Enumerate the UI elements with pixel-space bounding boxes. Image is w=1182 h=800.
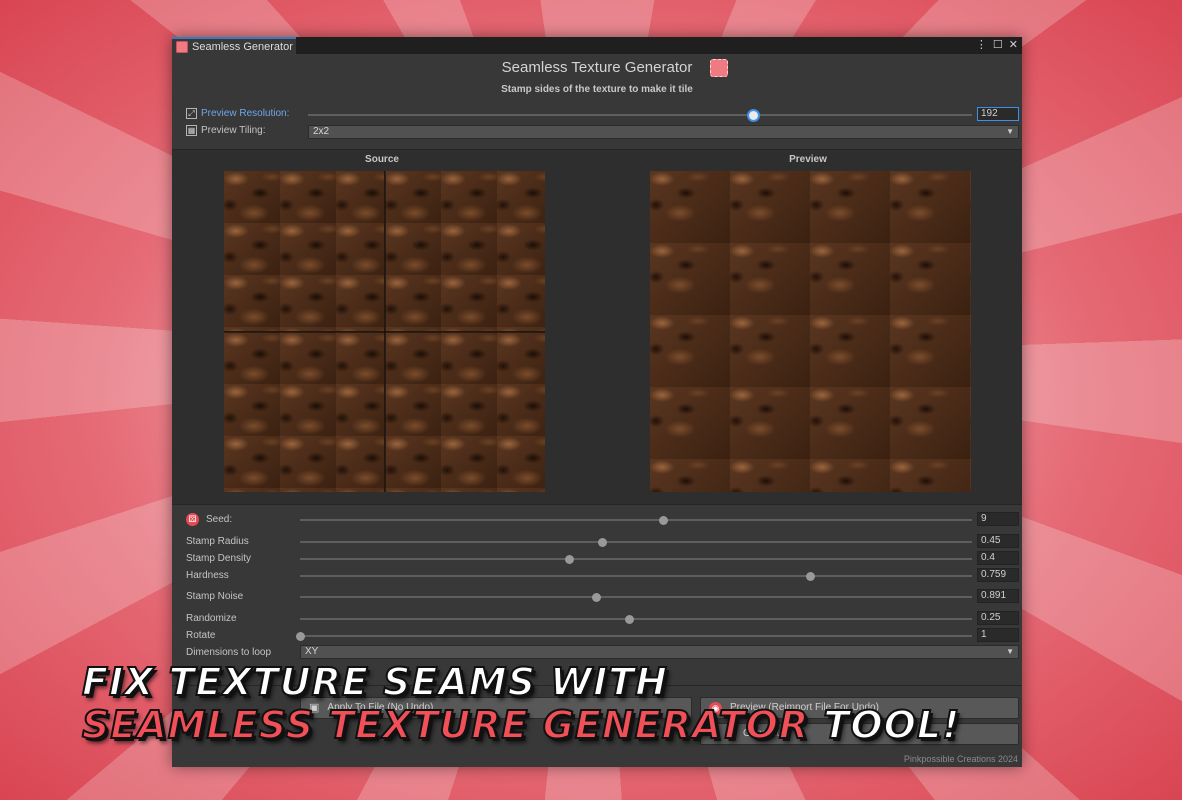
credit-text: Pinkpossible Creations 2024 bbox=[903, 754, 1018, 764]
seed-slider-thumb[interactable] bbox=[658, 516, 668, 525]
preview-tiling-label: Preview Tiling: bbox=[201, 125, 266, 136]
preview-texture bbox=[650, 171, 971, 492]
dice-icon: ⚄ bbox=[186, 513, 199, 526]
stamp-radius-slider-thumb[interactable] bbox=[598, 538, 608, 547]
texture-icon bbox=[176, 40, 188, 53]
tab-label: Seamless Generator bbox=[192, 40, 293, 53]
randomize-label: Randomize bbox=[186, 613, 237, 624]
preview-resolution-field[interactable]: 192 bbox=[977, 107, 1019, 121]
headline-product-name: SEAMLESS TEXTURE GENERATOR bbox=[81, 702, 810, 748]
stamp-icon bbox=[710, 59, 728, 77]
preview-tiling-row: ▦ Preview Tiling: bbox=[186, 125, 265, 136]
rotate-slider-thumb[interactable] bbox=[296, 632, 305, 641]
source-texture bbox=[224, 171, 545, 492]
randomize-slider[interactable] bbox=[300, 615, 972, 624]
rotate-slider[interactable] bbox=[296, 632, 972, 641]
tab-bar: Seamless Generator ⋮ ☐ ✕ bbox=[172, 37, 1022, 54]
stamp-radius-slider[interactable] bbox=[300, 538, 972, 547]
tab-seamless-generator[interactable]: Seamless Generator bbox=[172, 37, 296, 54]
dimensions-dropdown[interactable]: XY ▼ bbox=[300, 645, 1019, 659]
chevron-down-icon: ▼ bbox=[1006, 647, 1014, 656]
window-controls: ⋮ ☐ ✕ bbox=[976, 38, 1018, 51]
hardness-field[interactable]: 0.759 bbox=[977, 568, 1019, 582]
stamp-radius-field[interactable]: 0.45 bbox=[977, 534, 1019, 548]
preview-tiling-value: 2x2 bbox=[313, 126, 330, 137]
close-icon[interactable]: ✕ bbox=[1009, 38, 1018, 51]
stamp-noise-slider-thumb[interactable] bbox=[591, 593, 601, 602]
dimensions-value: XY bbox=[305, 646, 319, 657]
seamless-generator-window: Seamless Generator ⋮ ☐ ✕ Seamless Textur… bbox=[172, 37, 1022, 767]
stamp-density-slider-thumb[interactable] bbox=[564, 555, 574, 564]
stamp-density-slider[interactable] bbox=[300, 555, 972, 564]
seed-slider[interactable] bbox=[300, 516, 972, 525]
hardness-slider[interactable] bbox=[300, 572, 972, 581]
source-tile bbox=[224, 332, 384, 492]
preview-resolution-slider-thumb[interactable] bbox=[748, 111, 758, 120]
preview-label: Preview bbox=[789, 154, 827, 165]
chevron-down-icon: ▼ bbox=[1006, 127, 1014, 136]
source-tile bbox=[385, 171, 545, 331]
preview-resolution-label: Preview Resolution: bbox=[201, 108, 290, 119]
stamp-noise-slider[interactable] bbox=[300, 593, 972, 602]
stamp-density-field[interactable]: 0.4 bbox=[977, 551, 1019, 565]
maximize-icon[interactable]: ☐ bbox=[993, 38, 1003, 51]
divider bbox=[172, 504, 1022, 505]
seed-row: ⚄ Seed: bbox=[186, 513, 232, 526]
hardness-label: Hardness bbox=[186, 570, 229, 581]
tile-seam-horizontal bbox=[224, 331, 545, 333]
source-tile bbox=[385, 332, 545, 492]
rotate-label: Rotate bbox=[186, 630, 216, 641]
grid-icon: ▦ bbox=[186, 125, 197, 136]
stamp-noise-field[interactable]: 0.891 bbox=[977, 589, 1019, 603]
rotate-field[interactable]: 1 bbox=[977, 628, 1019, 642]
stamp-noise-label: Stamp Noise bbox=[186, 591, 244, 602]
window-subtitle: Stamp sides of the texture to make it ti… bbox=[501, 84, 693, 95]
headline-suffix: TOOL! bbox=[809, 702, 961, 748]
window-title: Seamless Texture Generator bbox=[501, 59, 693, 76]
source-label: Source bbox=[365, 154, 399, 165]
resize-icon: ⤢ bbox=[186, 108, 197, 119]
preview-resolution-row: ⤢ Preview Resolution: bbox=[186, 108, 289, 119]
seed-field[interactable]: 9 bbox=[977, 512, 1019, 526]
preview-resolution-slider[interactable] bbox=[308, 111, 972, 120]
randomize-field[interactable]: 0.25 bbox=[977, 611, 1019, 625]
hardness-slider-thumb[interactable] bbox=[806, 572, 816, 581]
stamp-density-label: Stamp Density bbox=[186, 553, 252, 564]
headline-line-2: SEAMLESS TEXTURE GENERATOR TOOL! bbox=[81, 702, 961, 748]
randomize-slider-thumb[interactable] bbox=[625, 615, 635, 624]
stamp-radius-label: Stamp Radius bbox=[186, 536, 249, 547]
headline-line-1: FIX TEXTURE SEAMS WITH bbox=[81, 659, 668, 705]
dimensions-label: Dimensions to loop bbox=[186, 647, 272, 658]
preview-tiling-dropdown[interactable]: 2x2 ▼ bbox=[308, 125, 1019, 139]
seed-label: Seed: bbox=[206, 514, 233, 525]
source-tile bbox=[224, 171, 384, 331]
more-options-icon[interactable]: ⋮ bbox=[976, 38, 987, 51]
